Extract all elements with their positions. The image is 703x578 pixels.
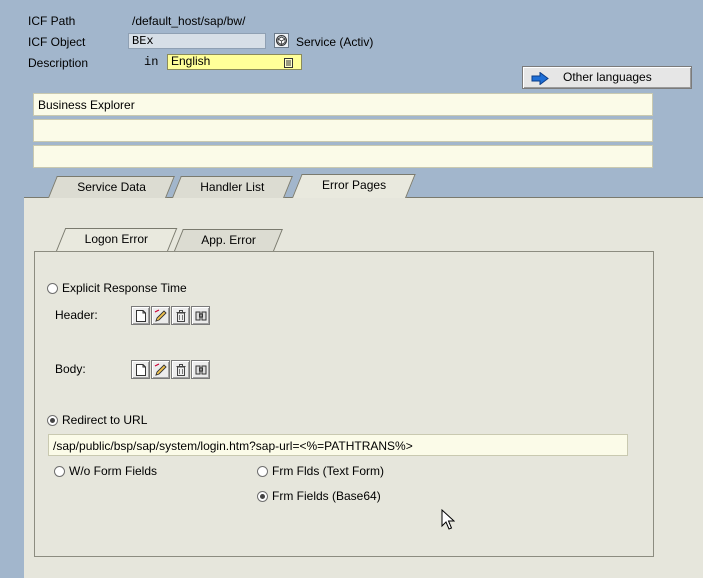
service-status-icon [274, 33, 289, 48]
in-label: in [144, 55, 159, 69]
tab-error-pages-label: Error Pages [322, 178, 387, 192]
description-line-2[interactable] [33, 119, 653, 142]
language-field[interactable]: English [167, 54, 302, 70]
header-delete-button[interactable] [171, 306, 190, 325]
explicit-response-radio[interactable] [47, 283, 58, 294]
wo-form-fields-label: W/o Form Fields [69, 464, 158, 478]
icf-path-value: /default_host/sap/bw/ [132, 14, 246, 28]
body-display-button[interactable] [191, 360, 210, 379]
pencil-icon [154, 363, 167, 376]
subtab-app-error-label: App. Error [200, 233, 256, 247]
sap-icf-service-screen: ICF Path /default_host/sap/bw/ ICF Objec… [0, 0, 703, 578]
arrow-right-icon [531, 71, 549, 91]
language-value: English [171, 54, 211, 68]
header-edit-button[interactable] [151, 306, 170, 325]
body-delete-button[interactable] [171, 360, 190, 379]
redirect-url-input[interactable]: /sap/public/bsp/sap/system/login.htm?sap… [48, 434, 628, 456]
frm-flds-text-label: Frm Flds (Text Form) [272, 464, 384, 478]
binoculars-icon [195, 311, 207, 321]
trash-icon [176, 310, 186, 322]
body-create-button[interactable] [131, 360, 150, 379]
tab-error-pages[interactable]: Error Pages [292, 174, 416, 198]
trash-icon [176, 364, 186, 376]
new-document-icon [136, 310, 146, 322]
frm-flds-text-radio[interactable] [257, 466, 268, 477]
description-label: Description [28, 56, 89, 70]
wo-form-fields-radio[interactable] [54, 466, 65, 477]
explicit-response-label: Explicit Response Time [62, 281, 187, 295]
subtab-logon-error-label: Logon Error [84, 232, 149, 246]
header-label: Header: [55, 308, 98, 322]
pencil-icon [154, 309, 167, 322]
description-text: Business Explorer [38, 98, 135, 112]
tab-service-data-label: Service Data [76, 180, 146, 194]
icf-path-label: ICF Path [28, 14, 76, 28]
tab-handler-list[interactable]: Handler List [172, 176, 293, 198]
header-display-button[interactable] [191, 306, 210, 325]
error-page-frame [34, 251, 654, 557]
subtab-app-error[interactable]: App. Error [174, 229, 283, 251]
redirect-url-radio[interactable] [47, 415, 58, 426]
binoculars-icon [195, 365, 207, 375]
icf-object-label: ICF Object [28, 35, 86, 49]
icf-object-value: BEx [132, 34, 154, 48]
body-edit-button[interactable] [151, 360, 170, 379]
header-create-button[interactable] [131, 306, 150, 325]
new-document-icon [136, 364, 146, 376]
redirect-url-label: Redirect to URL [62, 413, 148, 427]
dropdown-icon[interactable] [284, 57, 293, 68]
description-line-3[interactable] [33, 145, 653, 168]
service-status-text: Service (Activ) [296, 35, 374, 49]
other-languages-button[interactable]: Other languages [522, 66, 692, 89]
mouse-cursor-icon [441, 508, 456, 534]
frm-fields-base64-radio[interactable] [257, 491, 268, 502]
description-line-1[interactable]: Business Explorer [33, 93, 653, 116]
tab-handler-list-label: Handler List [200, 180, 265, 194]
tab-service-data[interactable]: Service Data [48, 176, 175, 198]
other-languages-label: Other languages [563, 70, 652, 84]
subtab-logon-error[interactable]: Logon Error [56, 228, 178, 251]
icf-object-field[interactable]: BEx [128, 33, 266, 49]
redirect-url-value: /sap/public/bsp/sap/system/login.htm?sap… [53, 439, 413, 453]
body-label: Body: [55, 362, 86, 376]
frm-fields-base64-label: Frm Fields (Base64) [272, 489, 381, 503]
